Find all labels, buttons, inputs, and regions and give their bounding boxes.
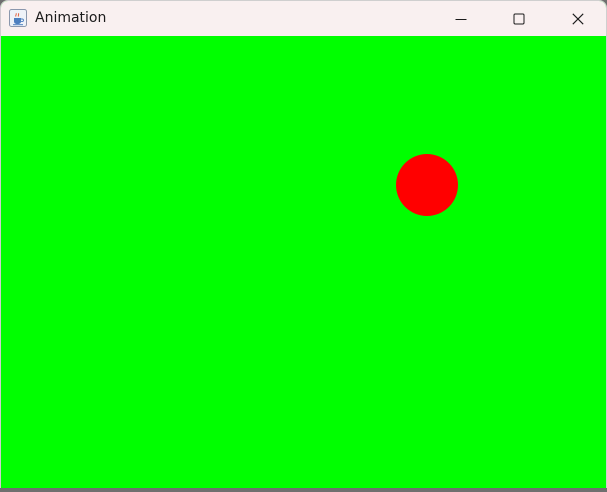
minimize-button[interactable] [432,1,490,36]
window-title: Animation [35,10,107,26]
animation-canvas [1,36,606,491]
java-cup-icon [9,9,27,27]
close-button[interactable] [548,1,606,36]
maximize-button[interactable] [490,1,548,36]
close-icon [572,12,584,25]
red-ball [396,154,458,216]
desktop-background-strip [0,488,607,492]
minimize-icon [455,18,467,20]
maximize-icon [513,13,525,24]
title-bar[interactable]: Animation [1,1,606,36]
app-window: Animation [0,0,607,492]
